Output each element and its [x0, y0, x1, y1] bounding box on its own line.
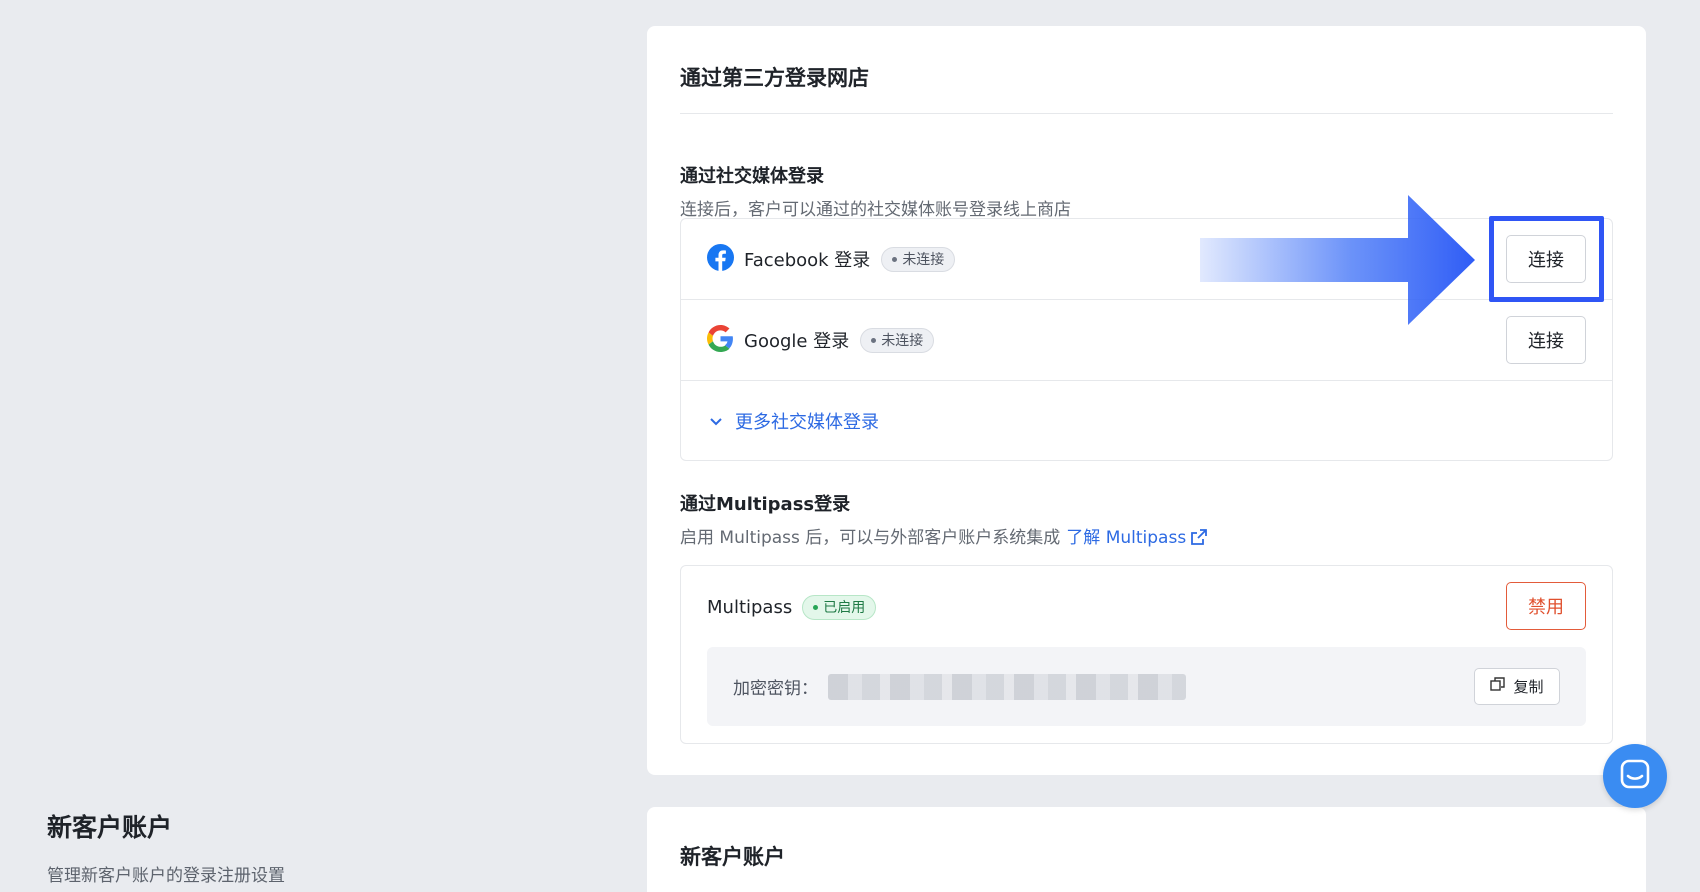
status-badge: 已启用 — [802, 594, 877, 620]
copy-icon — [1490, 677, 1513, 696]
external-link-icon — [1190, 528, 1208, 551]
more-social-login-link[interactable]: 更多社交媒体登录 — [709, 408, 879, 434]
section-heading: 新客户账户 — [47, 813, 173, 842]
provider-label: Google 登录 — [744, 331, 850, 352]
more-social-login-label: 更多社交媒体登录 — [735, 412, 879, 433]
multipass-description: 启用 Multipass 后，可以与外部客户账户系统集成 了解 Multipass — [680, 523, 1208, 551]
new-customer-section: 新客户账户 管理新客户账户的登录注册设置 — [47, 808, 285, 886]
section-description: 管理新客户账户的登录注册设置 — [47, 866, 285, 886]
social-login-title: 通过社交媒体登录 — [680, 166, 824, 187]
social-login-description: 连接后，客户可以通过的社交媒体账号登录线上商店 — [680, 200, 1071, 220]
encryption-key-value-redacted — [828, 673, 1186, 700]
status-badge: 未连接 — [881, 246, 956, 272]
learn-multipass-link[interactable]: 了解 Multipass — [1066, 528, 1208, 548]
multipass-row: Multipass 已启用 — [707, 592, 877, 622]
encryption-key-panel: 加密密钥： 复制 — [707, 647, 1586, 726]
multipass-panel: Multipass 已启用 禁用 加密密钥： 复制 — [680, 565, 1613, 744]
card-title: 通过第三方登录网店 — [680, 66, 869, 90]
card-title: 新客户账户 — [680, 845, 785, 869]
connect-button-highlight — [1489, 216, 1604, 302]
pointer-arrow — [1200, 195, 1475, 329]
divider — [680, 113, 1613, 114]
google-icon — [707, 324, 734, 356]
connect-google-button[interactable]: 连接 — [1506, 316, 1586, 364]
chevron-down-icon — [709, 411, 723, 432]
chat-button[interactable] — [1603, 744, 1667, 808]
facebook-icon — [707, 243, 734, 275]
multipass-label: Multipass — [707, 596, 793, 618]
chat-icon — [1619, 758, 1651, 794]
encryption-key-label: 加密密钥： — [733, 679, 818, 699]
provider-label: Facebook 登录 — [744, 250, 871, 271]
third-party-login-card: 通过第三方登录网店 通过社交媒体登录 连接后，客户可以通过的社交媒体账号登录线上… — [647, 26, 1646, 775]
new-customer-account-card: 新客户账户 — [647, 807, 1646, 892]
status-badge: 未连接 — [860, 327, 935, 353]
disable-button[interactable]: 禁用 — [1506, 582, 1586, 630]
multipass-title: 通过Multipass登录 — [680, 494, 851, 515]
copy-button[interactable]: 复制 — [1474, 668, 1560, 705]
